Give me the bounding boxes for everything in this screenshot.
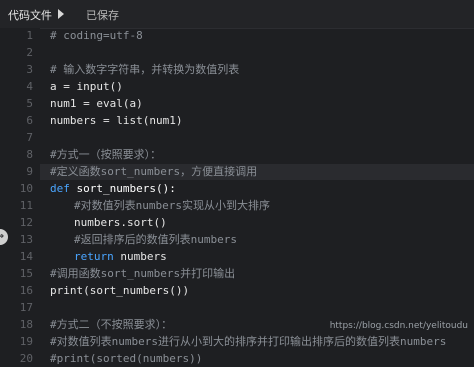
code-text: return numbers bbox=[74, 249, 167, 265]
code-text: def sort_numbers(): bbox=[50, 181, 176, 197]
line-number: 14 bbox=[19, 250, 33, 263]
code-line[interactable]: 1 # coding=utf-8 bbox=[0, 28, 474, 44]
code-text: numbers = list(num1) bbox=[50, 114, 183, 127]
code-line[interactable]: 14 return numbers bbox=[0, 249, 474, 265]
editor-toolbar: 代码文件 已保存 bbox=[0, 0, 474, 29]
line-number: 18 bbox=[19, 318, 33, 331]
code-text: #方式二（不按照要求）： bbox=[50, 318, 173, 331]
code-line[interactable]: 13 #返回排序后的数值列表numbers bbox=[0, 232, 474, 248]
code-line[interactable]: 12 numbers.sort() bbox=[0, 215, 474, 231]
code-line[interactable]: 15 #调用函数sort_numbers并打印输出 bbox=[0, 266, 474, 282]
code-line[interactable]: 9 #定义函数sort_numbers，方便直接调用 bbox=[0, 164, 474, 180]
file-tab-label[interactable]: 代码文件 bbox=[8, 7, 52, 23]
code-line[interactable]: 5 num1 = eval(a) bbox=[0, 96, 474, 112]
code-line[interactable]: 7 bbox=[0, 130, 474, 146]
keyword: def bbox=[50, 182, 77, 195]
code-line[interactable]: 10 def sort_numbers(): bbox=[0, 181, 474, 197]
code-text: #对数值列表numbers进行从小到大的排序并打印输出排序后的数值列表numbe… bbox=[50, 335, 447, 348]
line-number: 11 bbox=[19, 199, 33, 212]
line-number: 4 bbox=[26, 80, 33, 93]
code-text: #方式一（按照要求）： bbox=[50, 148, 162, 161]
code-text: #对数值列表numbers实现从小到大排序 bbox=[74, 199, 270, 212]
code-text: # 输入数字字符串，并转换为数值列表 bbox=[50, 63, 240, 76]
code-line[interactable]: 2 bbox=[0, 45, 474, 61]
watermark: https://blog.csdn.net/yelitoudu bbox=[329, 321, 468, 331]
code-line[interactable]: 11 #对数值列表numbers实现从小到大排序 bbox=[0, 198, 474, 214]
line-number: 5 bbox=[26, 97, 33, 110]
line-number: 20 bbox=[19, 352, 33, 365]
code-text: # coding=utf-8 bbox=[50, 29, 143, 42]
code-text: num1 = eval(a) bbox=[50, 97, 143, 110]
code-line[interactable]: 8 #方式一（按照要求）： bbox=[0, 147, 474, 163]
line-number: 16 bbox=[19, 284, 33, 297]
line-number: 7 bbox=[26, 131, 33, 144]
line-number: 15 bbox=[19, 267, 33, 280]
line-number: 10 bbox=[19, 182, 33, 195]
save-status: 已保存 bbox=[86, 9, 119, 22]
code-text: a = input() bbox=[50, 80, 123, 93]
code-text: #调用函数sort_numbers并打印输出 bbox=[50, 267, 236, 280]
code-text: #返回排序后的数值列表numbers bbox=[74, 233, 237, 246]
code-line[interactable]: 16 print(sort_numbers()) bbox=[0, 283, 474, 299]
code-text: numbers.sort() bbox=[74, 216, 167, 229]
line-number: 3 bbox=[26, 63, 33, 76]
line-number: 12 bbox=[19, 216, 33, 229]
line-number: 8 bbox=[26, 148, 33, 161]
play-icon[interactable] bbox=[58, 9, 64, 19]
line-number: 19 bbox=[19, 335, 33, 348]
code-line[interactable]: 19 #对数值列表numbers进行从小到大的排序并打印输出排序后的数值列表num… bbox=[0, 334, 474, 350]
code-line[interactable]: 3 # 输入数字字符串，并转换为数值列表 bbox=[0, 62, 474, 78]
code-line[interactable]: 6 numbers = list(num1) bbox=[0, 113, 474, 129]
keyword: return bbox=[74, 250, 121, 263]
line-number: 6 bbox=[26, 114, 33, 127]
code-text: print(sort_numbers()) bbox=[50, 284, 190, 297]
line-number: 9 bbox=[26, 165, 33, 178]
line-number: 2 bbox=[26, 46, 33, 59]
function-name: sort_numbers(): bbox=[76, 182, 176, 195]
code-text: #定义函数sort_numbers，方便直接调用 bbox=[50, 165, 258, 178]
code-line[interactable]: 20 #print(sorted(numbers)) bbox=[0, 351, 474, 367]
line-number: 17 bbox=[19, 301, 33, 314]
code-editor[interactable]: 1 # coding=utf-8 2 3 # 输入数字字符串，并转换为数值列表 4 a = … bbox=[0, 28, 474, 365]
code-text: #print(sorted(numbers)) bbox=[50, 352, 203, 365]
return-value: numbers bbox=[120, 250, 167, 263]
code-line[interactable]: 17 bbox=[0, 300, 474, 316]
line-number: 1 bbox=[26, 29, 33, 42]
code-line[interactable]: 4 a = input() bbox=[0, 79, 474, 95]
